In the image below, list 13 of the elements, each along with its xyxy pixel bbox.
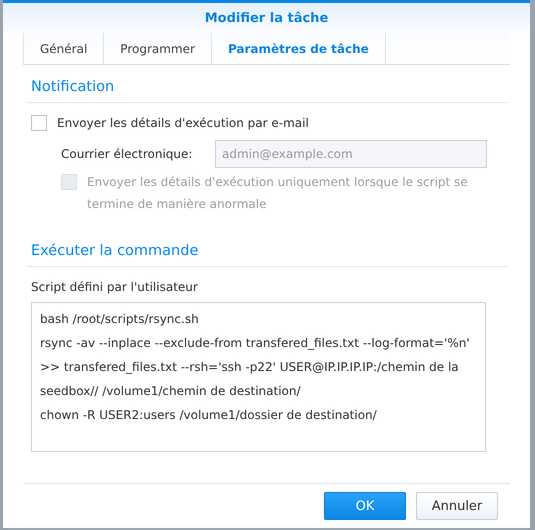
tab[interactable]: Programmer bbox=[103, 33, 211, 64]
window-title: Modifier la tâche bbox=[204, 10, 328, 26]
cancel-button[interactable]: Annuler bbox=[416, 492, 498, 520]
checkbox-label: Envoyer les détails d'exécution uniquement lorsque le script se termine de manière anormale bbox=[87, 174, 469, 213]
field-label: Courrier électronique: bbox=[61, 147, 194, 161]
field-label: Script défini par l'utilisateur bbox=[31, 280, 199, 294]
checkbox[interactable] bbox=[31, 115, 47, 131]
section-heading: Notification bbox=[27, 65, 508, 103]
script-field[interactable]: bash /root/scripts/rsync.sh rsync -av --inplace --exclude-from transfered_files.txt --log-format='%n' >> transfered_files.txt --rsh='ssh -p22' USER@IP.IP.IP.IP:/chemin de la seedbox// /volume1/chemin de destination/ chown -R USER2:users /volume1/dossier de destination/ bbox=[31, 302, 486, 452]
checkbox-label: Envoyer les détails d'exécution par e-mail bbox=[57, 116, 309, 130]
tab[interactable]: Général bbox=[23, 33, 104, 64]
section-heading: Exécuter la commande bbox=[27, 215, 508, 267]
tab[interactable]: Paramètres de tâche bbox=[210, 33, 386, 64]
